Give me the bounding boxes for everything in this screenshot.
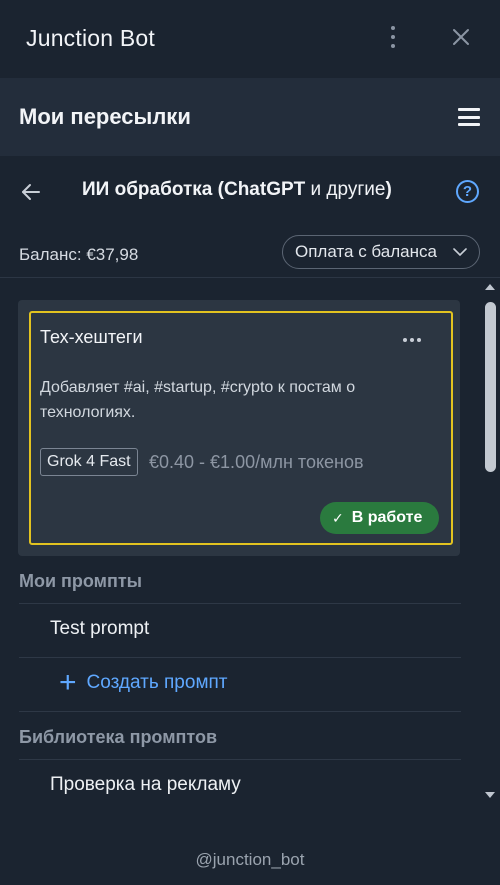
library-heading: Библиотека промптов bbox=[19, 727, 218, 747]
create-prompt-label: Создать промпт bbox=[86, 672, 228, 693]
card-more-icon[interactable] bbox=[403, 338, 421, 342]
window-titlebar: Junction Bot bbox=[0, 0, 500, 76]
status-label: В работе bbox=[351, 509, 423, 526]
section-header: ИИ обработка (ChatGPT и другие) ? bbox=[0, 168, 500, 216]
help-icon[interactable]: ? bbox=[456, 180, 479, 203]
prompt-description: Добавляет #ai, #startup, #crypto к поста… bbox=[40, 379, 356, 421]
plus-icon: + bbox=[59, 666, 77, 699]
divider bbox=[19, 603, 461, 604]
model-badge: Grok 4 Fast bbox=[40, 448, 138, 476]
divider bbox=[19, 657, 461, 658]
back-arrow-icon[interactable] bbox=[20, 181, 42, 203]
check-icon: ✓ bbox=[332, 509, 344, 526]
bot-handle: @junction_bot bbox=[195, 850, 305, 869]
prompt-title: Тех-хештеги bbox=[40, 327, 143, 347]
balance-label: Баланс: €37,98 bbox=[19, 245, 139, 264]
divider bbox=[19, 711, 461, 712]
scroll-up-icon[interactable] bbox=[485, 284, 495, 290]
model-price: €0.40 - €1.00/млн токенов bbox=[149, 452, 364, 472]
chevron-down-icon bbox=[453, 248, 467, 256]
scrollbar[interactable] bbox=[483, 280, 498, 805]
divider bbox=[19, 759, 461, 760]
page-title: Мои пересылки bbox=[19, 104, 191, 129]
close-icon[interactable] bbox=[450, 26, 472, 48]
scrollbar-thumb[interactable] bbox=[485, 302, 496, 472]
menu-icon[interactable] bbox=[458, 108, 480, 126]
my-prompts-heading: Мои промпты bbox=[19, 571, 143, 591]
payment-mode-value: Оплата с баланса bbox=[295, 242, 437, 261]
section-title: ИИ обработка (ChatGPT и другие) bbox=[82, 179, 392, 200]
prompts-scroll-area: Тех-хештеги Добавляет #ai, #startup, #cr… bbox=[0, 280, 500, 805]
more-options-icon[interactable] bbox=[384, 24, 402, 50]
active-prompt-card[interactable]: Тех-хештеги Добавляет #ai, #startup, #cr… bbox=[29, 311, 453, 545]
scroll-down-icon[interactable] bbox=[485, 792, 495, 798]
list-item[interactable]: Проверка на рекламу bbox=[50, 774, 241, 796]
balance-row: Баланс: €37,98 Оплата с баланса bbox=[0, 234, 500, 278]
create-prompt-button[interactable]: + Создать промпт bbox=[59, 666, 228, 699]
list-item[interactable]: Test prompt bbox=[50, 618, 149, 640]
status-badge[interactable]: ✓ В работе bbox=[320, 502, 439, 534]
app-header: Мои пересылки bbox=[0, 78, 500, 156]
window-title: Junction Bot bbox=[26, 24, 155, 51]
payment-mode-dropdown[interactable]: Оплата с баланса bbox=[282, 235, 480, 269]
